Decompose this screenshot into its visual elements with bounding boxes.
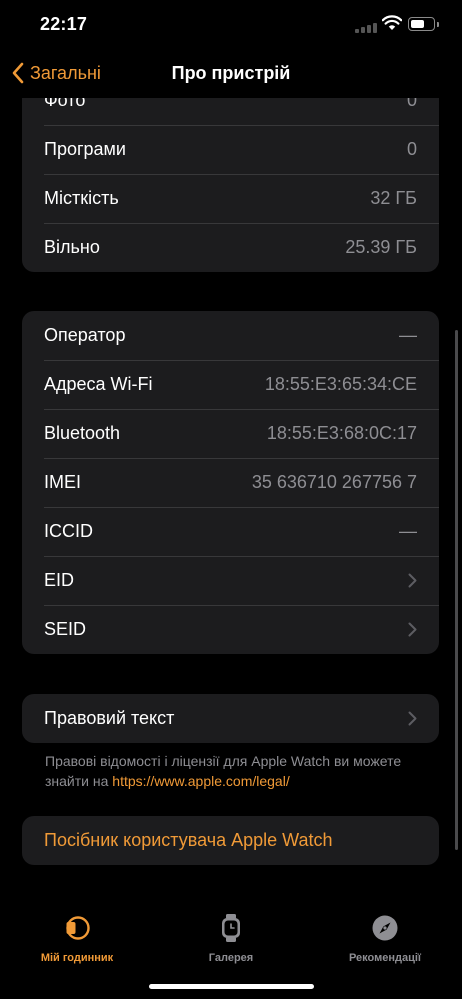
row-label: EID [44, 570, 75, 590]
scrollbar[interactable] [455, 330, 458, 850]
row-label: IMEI [44, 472, 82, 492]
chevron-right-icon [408, 622, 417, 637]
tab-recommendations[interactable]: Рекомендації [308, 912, 462, 964]
row-value: 32 ГБ [370, 188, 417, 208]
row-seid[interactable]: SEID [22, 605, 439, 654]
row-label: Програми [44, 139, 126, 159]
row-label: Місткість [44, 188, 119, 208]
row-value: 0 [406, 139, 417, 159]
tab-gallery[interactable]: Галерея [154, 912, 308, 964]
storage-row-apps: Програми 0 [22, 125, 439, 174]
row-eid[interactable]: EID [22, 556, 439, 605]
row-wifi-address: Адреса Wi-Fi 18:55:E3:65:34:CE [22, 360, 439, 409]
wifi-icon [382, 15, 402, 30]
compass-icon [372, 915, 398, 941]
row-label: Bluetooth [44, 423, 121, 443]
storage-row-capacity: Місткість 32 ГБ [22, 174, 439, 223]
row-value: 18:55:E3:68:0C:17 [266, 423, 417, 443]
row-value: — [399, 521, 417, 541]
row-iccid: ICCID — [22, 507, 439, 556]
row-label: Вільно [44, 237, 100, 257]
row-label: Оператор [44, 325, 126, 345]
status-bar: 22:17 [0, 0, 462, 50]
user-guide-label: Посібник користувача Apple Watch [44, 830, 333, 850]
row-label: SEID [44, 619, 87, 639]
battery-icon [408, 17, 439, 31]
row-label: Адреса Wi-Fi [44, 374, 153, 394]
row-legal-text[interactable]: Правовий текст [22, 694, 439, 743]
chevron-right-icon [408, 573, 417, 588]
watch-gallery-icon [222, 914, 240, 942]
row-value: 25.39 ГБ [345, 237, 417, 257]
tab-my-watch[interactable]: Мій годинник [0, 912, 154, 964]
status-time: 22:17 [40, 14, 88, 34]
back-button[interactable]: Загальні [12, 62, 101, 84]
home-indicator[interactable] [149, 984, 314, 989]
storage-group: Фото 0 Програми 0 Місткість 32 ГБ Вільно… [22, 76, 439, 272]
row-operator: Оператор — [22, 311, 439, 360]
chevron-right-icon [408, 711, 417, 726]
legal-footnote: Правові відомості і ліцензії для Apple W… [45, 751, 425, 791]
cellular-signal-icon [355, 23, 377, 33]
legal-link[interactable]: https://www.apple.com/legal/ [112, 773, 289, 789]
watch-face-icon [66, 916, 90, 940]
tab-label: Мій годинник [40, 952, 114, 964]
storage-row-available: Вільно 25.39 ГБ [22, 223, 439, 272]
row-value: 18:55:E3:65:34:CE [264, 374, 417, 394]
row-label: Правовий текст [44, 708, 175, 728]
network-group: Оператор — Адреса Wi-Fi 18:55:E3:65:34:C… [22, 311, 439, 654]
legal-group: Правовий текст [22, 694, 439, 743]
navigation-bar: Про пристрій Загальні [0, 50, 462, 98]
back-button-label: Загальні [30, 62, 101, 83]
user-guide-button[interactable]: Посібник користувача Apple Watch [22, 816, 439, 865]
row-value: — [399, 325, 417, 345]
tab-label: Рекомендації [348, 952, 422, 964]
row-bluetooth: Bluetooth 18:55:E3:68:0C:17 [22, 409, 439, 458]
row-imei: IMEI 35 636710 267756 7 [22, 458, 439, 507]
chevron-left-icon [12, 62, 24, 84]
tab-label: Галерея [208, 952, 254, 964]
row-label: ICCID [44, 521, 93, 541]
row-value: 35 636710 267756 7 [251, 472, 417, 492]
